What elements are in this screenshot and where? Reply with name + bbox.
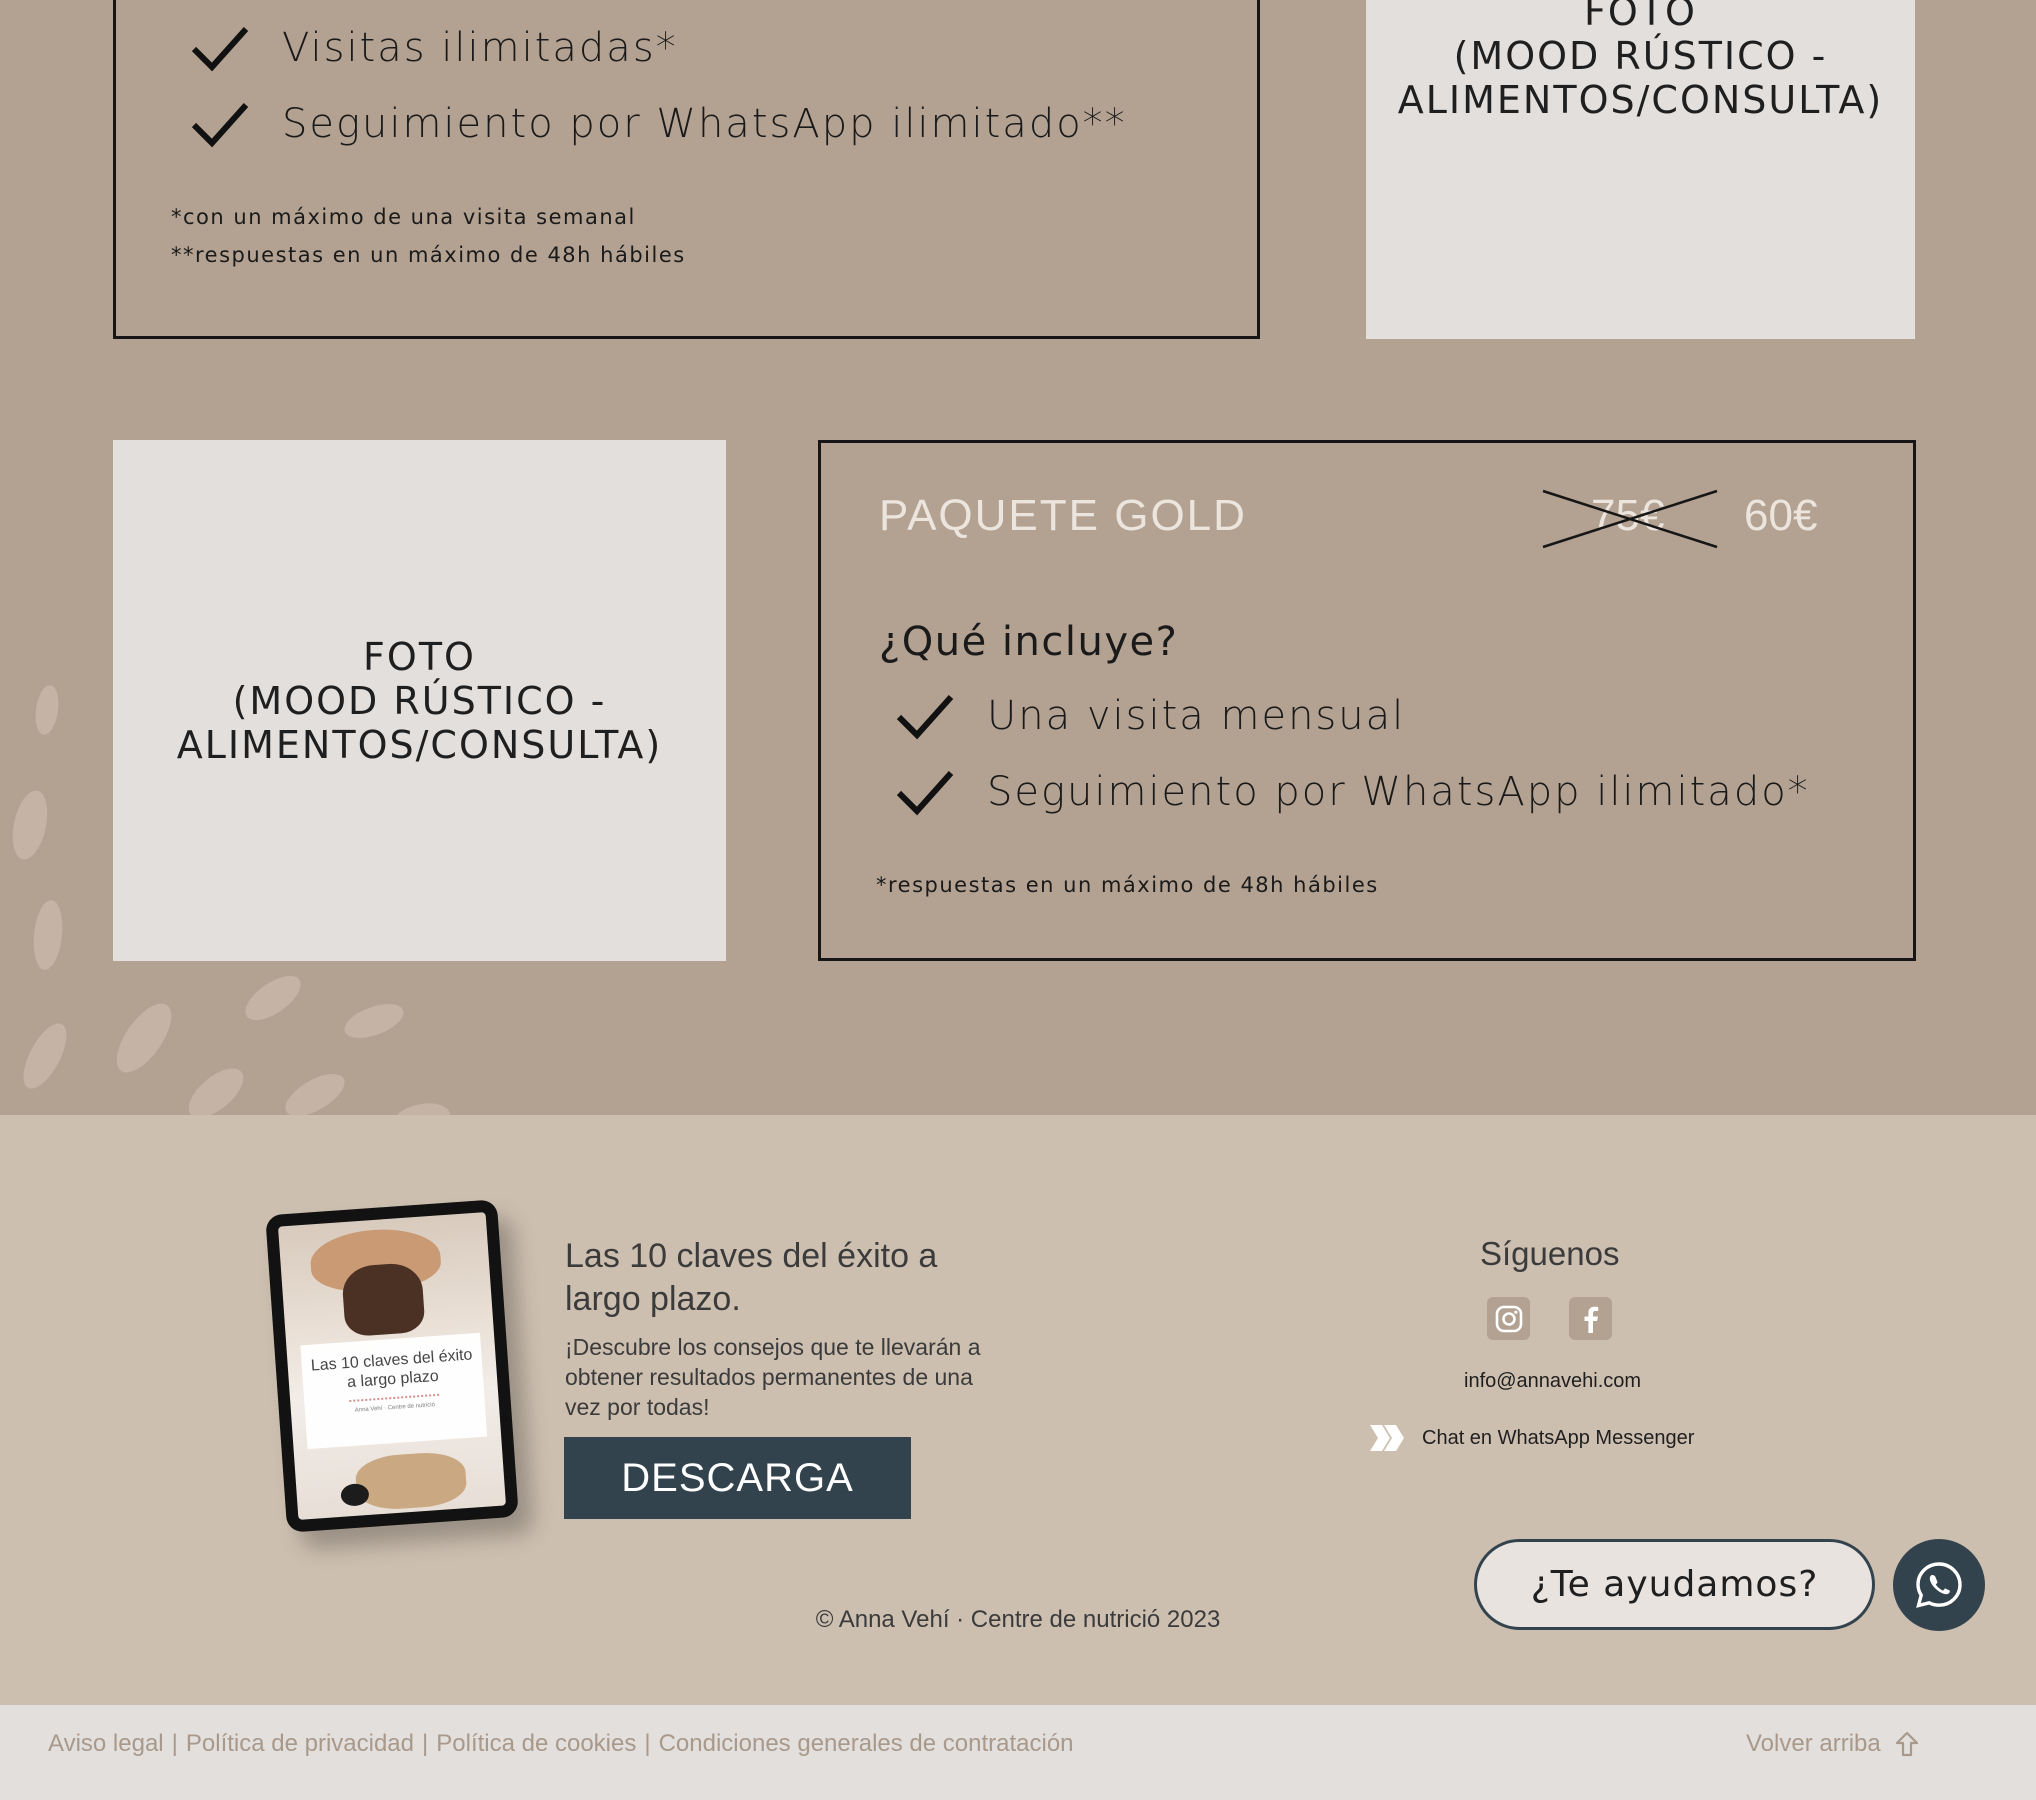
- cookie-policy-link[interactable]: Política de cookies: [436, 1730, 636, 1758]
- divider: [349, 1393, 440, 1403]
- feature-row: Una visita mensual: [895, 691, 1405, 741]
- cup-graphic: [340, 1482, 370, 1507]
- ebook-cover-image: Las 10 claves del éxito a largo plazo An…: [265, 1199, 519, 1533]
- decorative-leaf: [106, 994, 182, 1082]
- check-icon: [191, 26, 249, 72]
- check-icon: [896, 694, 954, 740]
- whatsapp-icon: [1916, 1562, 1962, 1608]
- strikethrough-icon: [1542, 489, 1718, 549]
- ebook-cover-card: Las 10 claves del éxito a largo plazo An…: [300, 1332, 488, 1450]
- food-graphic: [354, 1450, 468, 1512]
- new-price: 60€: [1744, 491, 1818, 540]
- separator: |: [422, 1730, 429, 1757]
- feature-row: Visitas ilimitadas*: [190, 23, 678, 73]
- feature-row: Seguimiento por WhatsApp ilimitado*: [895, 767, 1810, 817]
- decorative-leaf: [340, 997, 408, 1045]
- copyright-text: © Anna Vehí · Centre de nutrició 2023: [815, 1606, 1221, 1633]
- pricing-card-gold: PAQUETE GOLD 75€ 60€ ¿Qué incluye? Una v…: [818, 440, 1916, 961]
- facebook-glyph: [1584, 1306, 1598, 1333]
- arrow-up-icon: [1895, 1731, 1918, 1757]
- photo-placeholder: FOTO (MOOD RÚSTICO - ALIMENTOS/CONSULTA): [113, 440, 726, 961]
- decorative-leaf: [180, 1059, 252, 1115]
- decorative-leaf: [30, 898, 66, 972]
- email-link[interactable]: info@annavehi.com: [1464, 1370, 1641, 1393]
- legal-links: Aviso legal | Política de privacidad | P…: [48, 1730, 1074, 1758]
- footnote: **respuestas en un máximo de 48h hábiles: [171, 243, 686, 267]
- decorative-leaf: [278, 1065, 352, 1115]
- decorative-leaf: [391, 1099, 453, 1115]
- feature-label: Una visita mensual: [987, 693, 1406, 739]
- back-to-top-link[interactable]: Volver arriba: [1746, 1730, 1919, 1758]
- double-chevron-right-icon: [1370, 1425, 1404, 1451]
- whatsapp-chat-link[interactable]: Chat en WhatsApp Messenger: [1368, 1423, 1694, 1453]
- decorative-leaf: [32, 683, 62, 737]
- separator: |: [644, 1730, 651, 1757]
- instagram-glyph: [1495, 1305, 1522, 1332]
- download-button[interactable]: DESCARGA: [564, 1437, 911, 1519]
- separator: |: [171, 1730, 178, 1757]
- feature-label: Seguimiento por WhatsApp ilimitado*: [987, 769, 1810, 815]
- back-to-top-label: Volver arriba: [1746, 1730, 1881, 1757]
- person-graphic: [340, 1261, 426, 1338]
- legal-notice-link[interactable]: Aviso legal: [48, 1730, 164, 1758]
- whatsapp-chat-label: Chat en WhatsApp Messenger: [1422, 1426, 1695, 1449]
- footnote: *respuestas en un máximo de 48h hábiles: [876, 873, 1379, 897]
- terms-link[interactable]: Condiciones generales de contratación: [659, 1730, 1074, 1758]
- feature-label: Visitas ilimitadas*: [282, 25, 678, 71]
- footnote: *con un máximo de una visita semanal: [171, 205, 636, 229]
- tablet-screen: Las 10 claves del éxito a largo plazo An…: [277, 1212, 507, 1520]
- privacy-policy-link[interactable]: Política de privacidad: [186, 1730, 414, 1758]
- ebook-cover-subtitle: Anna Vehí · Centre de nutrició: [354, 1402, 436, 1414]
- decorative-leaf: [14, 1017, 76, 1095]
- photo-placeholder: FOTO (MOOD RÚSTICO - ALIMENTOS/CONSULTA): [1366, 0, 1915, 339]
- feature-label: Seguimiento por WhatsApp ilimitado**: [282, 101, 1127, 147]
- check-icon: [191, 102, 249, 148]
- feature-row: Seguimiento por WhatsApp ilimitado**: [190, 99, 1127, 149]
- package-name: PAQUETE GOLD: [879, 491, 1247, 540]
- check-icon: [896, 770, 954, 816]
- decorative-leaf: [238, 967, 308, 1029]
- facebook-icon[interactable]: [1569, 1297, 1612, 1340]
- ebook-cover-title: Las 10 claves del éxito a largo plazo: [310, 1346, 473, 1392]
- decorative-leaf: [7, 787, 53, 863]
- follow-heading: Síguenos: [1480, 1235, 1620, 1272]
- instagram-icon[interactable]: [1487, 1297, 1530, 1340]
- pricing-section: Visitas ilimitadas* Seguimiento por What…: [0, 0, 2036, 1115]
- pricing-card-silver: Visitas ilimitadas* Seguimiento por What…: [113, 0, 1260, 339]
- ebook-title: Las 10 claves del éxito a largo plazo.: [565, 1237, 938, 1318]
- includes-heading: ¿Qué incluye?: [879, 619, 1179, 665]
- ebook-description: ¡Descubre los consejos que te llevarán a…: [565, 1334, 981, 1420]
